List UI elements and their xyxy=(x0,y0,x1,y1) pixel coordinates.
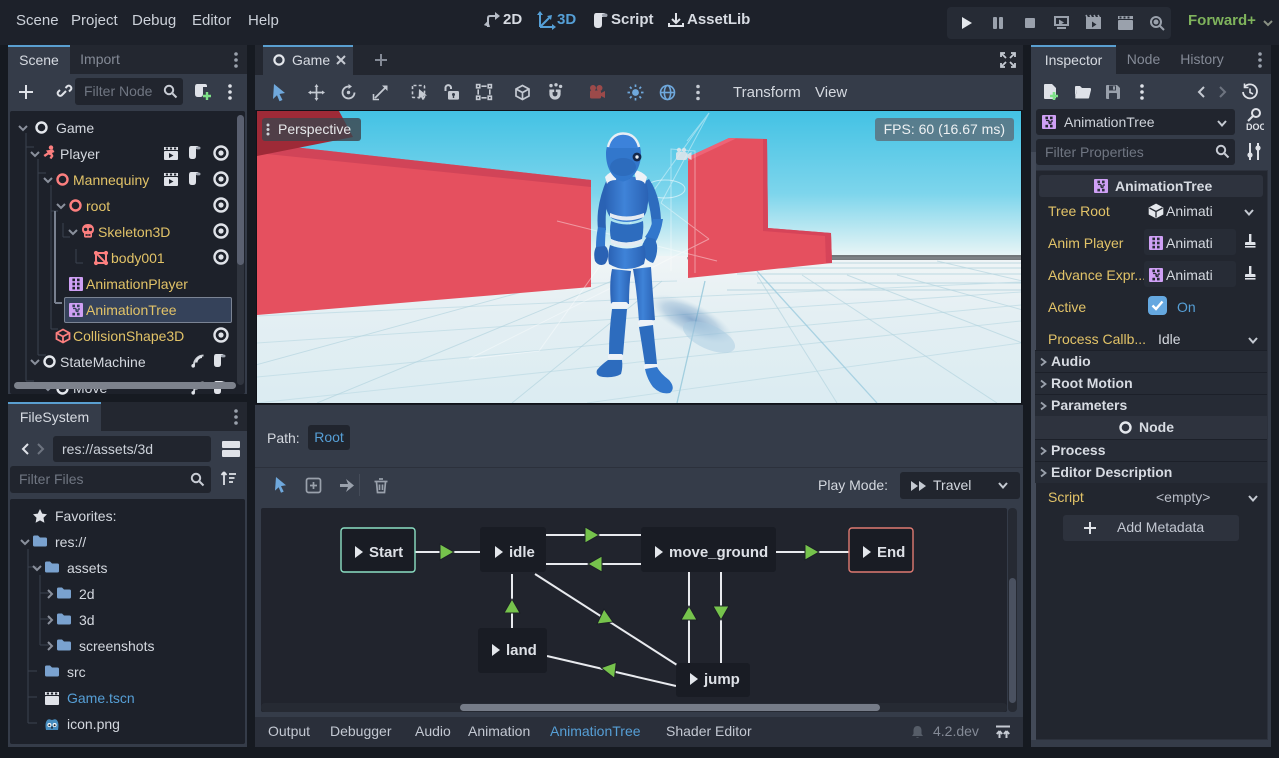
svg-text:idle: idle xyxy=(509,544,535,561)
svg-text:DOC: DOC xyxy=(1246,122,1264,132)
svg-text:move_ground: move_ground xyxy=(669,544,768,561)
svg-text:End: End xyxy=(877,544,905,561)
svg-text:Start: Start xyxy=(369,544,403,561)
svg-text:land: land xyxy=(506,642,537,659)
svg-text:jump: jump xyxy=(703,671,740,688)
